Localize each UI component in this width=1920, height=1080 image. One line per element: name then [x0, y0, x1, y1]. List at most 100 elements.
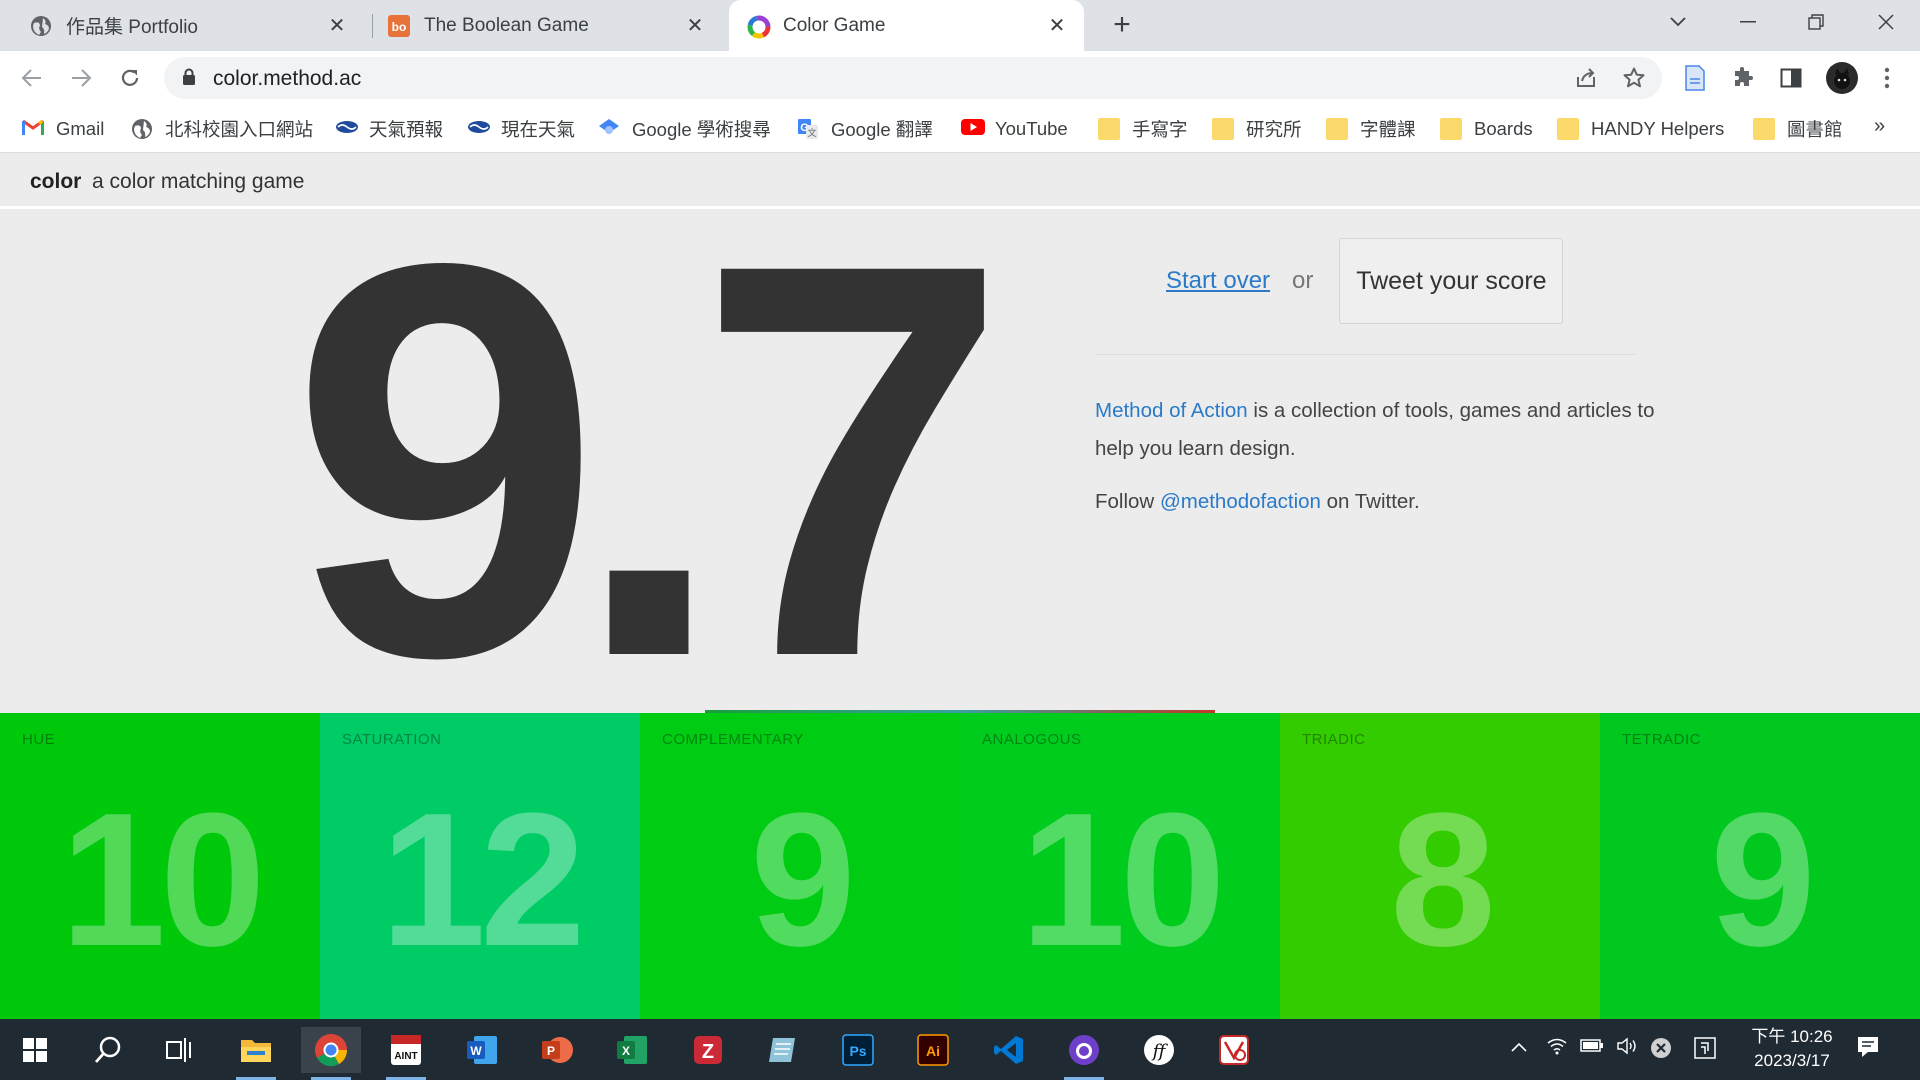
- svg-text:P: P: [547, 1044, 555, 1058]
- excel-icon[interactable]: X: [602, 1027, 662, 1073]
- folder-icon: [1212, 118, 1234, 140]
- method-of-action-link[interactable]: Method of Action: [1095, 399, 1248, 422]
- bookmark-label: 研究所: [1246, 119, 1302, 140]
- vscode-icon[interactable]: [979, 1027, 1039, 1073]
- tab-boolean-game[interactable]: bo The Boolean Game ✕: [360, 0, 722, 51]
- tile-score: 9: [1710, 774, 1816, 986]
- word-icon[interactable]: W: [452, 1027, 512, 1073]
- bookmark-folder-boards[interactable]: Boards: [1440, 115, 1533, 143]
- browser-toolbar: color.method.ac: [0, 51, 1920, 105]
- powerpoint-icon[interactable]: P: [527, 1027, 587, 1073]
- share-icon[interactable]: [1574, 66, 1598, 90]
- extensions-icon[interactable]: [1728, 63, 1758, 93]
- follow-prefix: Follow: [1095, 490, 1160, 513]
- close-icon[interactable]: ✕: [1042, 11, 1072, 41]
- new-tab-button[interactable]: +: [1106, 8, 1138, 41]
- start-icon[interactable]: [5, 1027, 65, 1073]
- volume-icon[interactable]: [1616, 1037, 1638, 1060]
- tile-tetradic: TETRADIC 9: [1600, 713, 1920, 1019]
- bookmark-label: 天氣預報: [369, 119, 444, 140]
- svg-text:文: 文: [807, 127, 816, 139]
- side-panel-icon[interactable]: [1776, 63, 1806, 93]
- globe-icon: [131, 118, 153, 140]
- close-icon[interactable]: ✕: [322, 11, 352, 41]
- close-window-icon[interactable]: [1856, 0, 1916, 44]
- start-over-link[interactable]: Start over: [1166, 267, 1270, 295]
- restore-icon[interactable]: [1786, 0, 1846, 44]
- illustrator-icon[interactable]: Ai: [903, 1027, 963, 1073]
- folder-icon: [1753, 118, 1775, 140]
- boolean-game-favicon: bo: [388, 14, 410, 37]
- minimize-icon[interactable]: [1718, 0, 1778, 44]
- address-bar[interactable]: color.method.ac: [164, 57, 1662, 99]
- bookmark-label: 字體課: [1360, 119, 1416, 140]
- bookmark-label: YouTube: [995, 118, 1068, 139]
- url-text[interactable]: color.method.ac: [213, 67, 361, 91]
- tile-score: 8: [1390, 774, 1496, 986]
- bookmark-campus-portal[interactable]: 北科校園入口網站: [131, 115, 313, 143]
- bookmark-google-scholar[interactable]: Google 學術搜尋: [598, 115, 771, 143]
- bookmark-label: 手寫字: [1132, 119, 1188, 140]
- zotero-icon[interactable]: Z: [678, 1027, 738, 1073]
- bookmark-star-icon[interactable]: [1622, 66, 1646, 90]
- notification-blocked-icon[interactable]: [1650, 1037, 1672, 1064]
- input-method-icon[interactable]: [1694, 1037, 1716, 1064]
- svg-text:bo: bo: [392, 20, 407, 34]
- system-clock[interactable]: 下午 10:26 2023/3/17: [1742, 1025, 1842, 1073]
- score-breakdown: HUE 10 SATURATION 12 COMPLEMENTARY 9 ANA…: [0, 713, 1920, 1019]
- twitter-handle-link[interactable]: @methodofaction: [1160, 490, 1321, 513]
- document-extension-icon[interactable]: [1680, 63, 1710, 93]
- gmail-icon: [22, 118, 44, 140]
- back-icon[interactable]: [15, 61, 49, 95]
- reload-icon[interactable]: [113, 61, 147, 95]
- bookmark-folder-graduate[interactable]: 研究所: [1212, 115, 1302, 143]
- chrome-icon[interactable]: [301, 1027, 361, 1080]
- action-center-icon[interactable]: [1856, 1035, 1880, 1064]
- tab-color-game[interactable]: Color Game ✕: [729, 0, 1084, 51]
- show-hidden-icons-icon[interactable]: [1510, 1037, 1528, 1058]
- scholar-icon: [598, 118, 620, 140]
- about-text: Method of Action is a collection of tool…: [1095, 392, 1655, 468]
- site-logo[interactable]: color: [30, 170, 81, 194]
- app-icon[interactable]: [1204, 1027, 1264, 1073]
- photoshop-icon[interactable]: Ps: [828, 1027, 888, 1073]
- task-view-icon[interactable]: [150, 1027, 210, 1073]
- bookmark-weather-forecast[interactable]: 天氣預報: [335, 115, 443, 143]
- search-icon[interactable]: [78, 1027, 138, 1073]
- folder-icon: [1098, 118, 1120, 140]
- bookmark-folder-handy-helpers[interactable]: HANDY Helpers: [1557, 115, 1724, 143]
- notes-icon[interactable]: [753, 1027, 813, 1073]
- tab-search-icon[interactable]: [1648, 0, 1708, 44]
- profile-avatar[interactable]: [1824, 60, 1860, 96]
- bookmark-google-translate[interactable]: G文 Google 翻譯: [797, 115, 933, 143]
- bookmark-folder-handwriting[interactable]: 手寫字: [1098, 115, 1188, 143]
- tweet-score-button[interactable]: Tweet your score: [1339, 238, 1564, 324]
- tile-saturation: SATURATION 12: [320, 713, 640, 1019]
- github-desktop-icon[interactable]: [1054, 1027, 1114, 1080]
- clock-time: 下午 10:26: [1751, 1027, 1833, 1046]
- battery-icon[interactable]: [1580, 1037, 1604, 1058]
- folder-icon: [1326, 118, 1348, 140]
- tile-score: 9: [750, 774, 856, 986]
- bookmark-folder-typography[interactable]: 字體課: [1326, 115, 1416, 143]
- wifi-icon[interactable]: [1546, 1037, 1568, 1060]
- fontforge-icon[interactable]: ff: [1129, 1027, 1189, 1073]
- bookmark-folder-library[interactable]: 圖書館: [1753, 115, 1843, 143]
- more-menu-icon[interactable]: [1872, 63, 1902, 93]
- file-explorer-icon[interactable]: [226, 1027, 286, 1080]
- lock-icon[interactable]: [182, 68, 196, 91]
- bookmark-youtube[interactable]: YouTube: [961, 115, 1068, 143]
- bookmark-gmail[interactable]: Gmail: [22, 115, 104, 143]
- close-icon[interactable]: ✕: [680, 11, 710, 41]
- tab-strip: 作品集 Portfolio ✕ bo The Boolean Game ✕ Co…: [0, 0, 1920, 51]
- bookmark-current-weather[interactable]: 現在天氣: [467, 115, 575, 143]
- bookmark-label: 現在天氣: [501, 119, 576, 140]
- bookmarks-overflow-icon[interactable]: »: [1874, 115, 1885, 138]
- paint-icon[interactable]: AINT: [376, 1027, 436, 1080]
- translate-icon: G文: [797, 118, 819, 140]
- forward-icon[interactable]: [64, 61, 98, 95]
- tab-portfolio[interactable]: 作品集 Portfolio ✕: [0, 0, 364, 51]
- tile-complementary: COMPLEMENTARY 9: [640, 713, 960, 1019]
- tab-title: Color Game: [783, 14, 886, 36]
- youtube-icon: [961, 118, 985, 140]
